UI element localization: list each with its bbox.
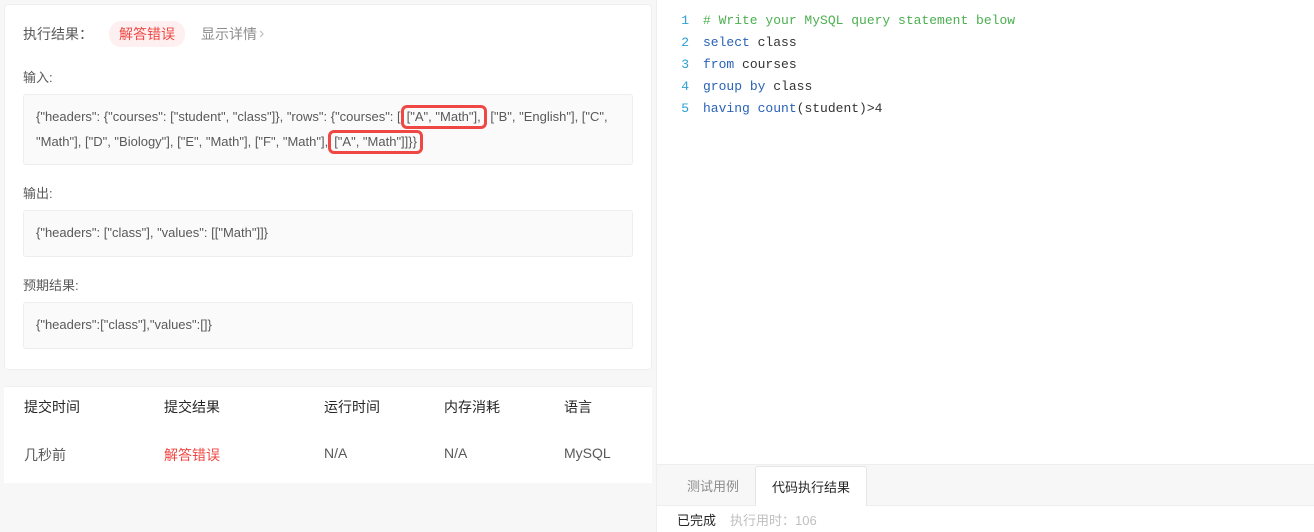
result-section: 执行结果： 解答错误 显示详情 输入: {"headers": {"course…: [4, 4, 652, 370]
code-line[interactable]: from courses: [703, 54, 1314, 76]
submissions-header: 提交时间 提交结果 运行时间 内存消耗 语言: [4, 386, 652, 427]
code-token: by: [750, 79, 766, 94]
code-token: (student)>: [797, 101, 875, 116]
code-line[interactable]: select class: [703, 32, 1314, 54]
status-timing: 执行用时：106: [730, 510, 817, 529]
code-line[interactable]: # Write your MySQL query statement below: [703, 10, 1314, 32]
input-label: 输入:: [23, 67, 633, 86]
code-line[interactable]: group by class: [703, 76, 1314, 98]
expected-box[interactable]: {"headers":["class"],"values":[]}: [23, 302, 633, 349]
line-number: 3: [657, 54, 689, 76]
expected-label: 预期结果:: [23, 275, 633, 294]
show-detail-link[interactable]: 显示详情: [201, 24, 264, 44]
code-token: courses: [734, 57, 796, 72]
col-header-runtime: 运行时间: [304, 397, 424, 417]
col-header-memory: 内存消耗: [424, 397, 544, 417]
code-editor[interactable]: 12345 # Write your MySQL query statement…: [657, 0, 1314, 464]
line-number: 1: [657, 10, 689, 32]
code-token: having: [703, 101, 750, 116]
code-token: count: [758, 101, 797, 116]
code-token: from: [703, 57, 734, 72]
col-header-lang: 语言: [544, 397, 644, 417]
tab-code-result[interactable]: 代码执行结果: [755, 466, 867, 506]
input-highlight-2: ["A", "Math"]]}}: [328, 130, 423, 154]
editor-gutter: 12345: [657, 10, 703, 464]
code-token: [750, 101, 758, 116]
line-number: 5: [657, 98, 689, 120]
code-token: 4: [875, 101, 883, 116]
execution-status-row: 已完成 执行用时：106: [657, 505, 1314, 532]
col-header-result: 提交结果: [144, 397, 304, 417]
col-header-time: 提交时间: [4, 397, 144, 417]
code-line[interactable]: having count(student)>4: [703, 98, 1314, 120]
input-highlight-1: ["A", "Math"],: [401, 105, 487, 129]
table-row[interactable]: 几秒前 解答错误 N/A N/A MySQL: [4, 427, 652, 483]
code-token: class: [750, 35, 797, 50]
tab-testcase[interactable]: 测试用例: [671, 465, 755, 505]
result-label: 执行结果：: [23, 24, 93, 44]
output-label: 输出:: [23, 183, 633, 202]
code-token: [742, 79, 750, 94]
code-token: class: [765, 79, 812, 94]
cell-runtime: N/A: [304, 445, 424, 465]
status-done: 已完成: [677, 510, 716, 529]
cell-time: 几秒前: [4, 445, 144, 465]
line-number: 2: [657, 32, 689, 54]
input-text-pre: {"headers": {"courses": ["student", "cla…: [36, 109, 401, 124]
cell-memory: N/A: [424, 445, 544, 465]
line-number: 4: [657, 76, 689, 98]
output-box[interactable]: {"headers": ["class"], "values": [["Math…: [23, 210, 633, 257]
code-token: group: [703, 79, 742, 94]
result-status-badge: 解答错误: [109, 21, 185, 47]
code-token: # Write your MySQL query statement below: [703, 13, 1015, 28]
code-token: select: [703, 35, 750, 50]
editor-code-area[interactable]: # Write your MySQL query statement below…: [703, 10, 1314, 464]
cell-lang: MySQL: [544, 445, 644, 465]
bottom-panel: 测试用例 代码执行结果 已完成 执行用时：106: [657, 464, 1314, 532]
tabs-row: 测试用例 代码执行结果: [657, 465, 1314, 505]
left-pane: 执行结果： 解答错误 显示详情 输入: {"headers": {"course…: [0, 0, 656, 532]
right-pane: 12345 # Write your MySQL query statement…: [656, 0, 1314, 532]
result-header: 执行结果： 解答错误 显示详情: [23, 21, 633, 47]
cell-result: 解答错误: [144, 445, 304, 465]
input-box[interactable]: {"headers": {"courses": ["student", "cla…: [23, 94, 633, 165]
